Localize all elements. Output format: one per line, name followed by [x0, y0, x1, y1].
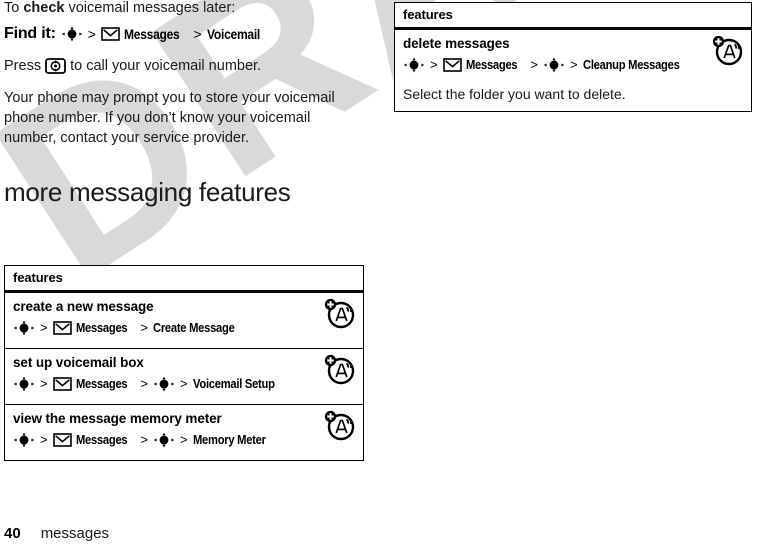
table-row[interactable]: set up voicemail box > Messages > > Voic… [5, 349, 363, 405]
path-separator-2: > [530, 57, 538, 72]
attachment-airtime-icon [322, 353, 356, 385]
features-table-left: features create a new message > Messages… [4, 265, 364, 461]
feature-title: delete messages [403, 36, 510, 51]
page-footer: 40 messages [4, 525, 109, 542]
press-prefix: Press [4, 58, 42, 74]
joystick-icon [61, 26, 83, 42]
joystick-icon [543, 57, 565, 73]
feature-path: > Messages > [13, 432, 277, 448]
envelope-icon [52, 433, 72, 447]
path-separator: > [40, 376, 48, 391]
joystick-icon [13, 376, 35, 392]
find-it-line: Find it: > Messages > Voicemail [4, 25, 268, 43]
joystick-icon [153, 376, 175, 392]
path-separator-3: > [569, 57, 578, 72]
footer-page-number: 40 [4, 525, 21, 542]
intro-suffix: voicemail messages later: [64, 0, 236, 16]
feature-title: set up voicemail box [13, 355, 144, 370]
path-voicemail: Voicemail [206, 26, 260, 42]
path-separator-3: > [179, 376, 188, 391]
joystick-icon [153, 432, 175, 448]
feature-title: create a new message [13, 299, 154, 314]
path-messages: Messages [75, 376, 128, 391]
path-messages: Messages [465, 57, 518, 72]
envelope-icon [52, 377, 72, 391]
path-separator: > [40, 432, 48, 447]
path-separator-2: > [193, 26, 202, 42]
page-title: more messaging features [4, 177, 291, 207]
feature-path: > Messages > [13, 376, 288, 392]
path-separator: > [87, 26, 96, 42]
joystick-icon [13, 432, 35, 448]
features-table-header: features [5, 266, 363, 293]
manual-page: To check voicemail messages later: Find … [0, 0, 759, 548]
path-target: Create Message [152, 320, 235, 335]
path-target: Memory Meter [192, 432, 266, 447]
joystick-icon [403, 57, 425, 73]
send-key-icon [45, 58, 66, 74]
feature-description: Select the folder you want to delete. [403, 86, 626, 102]
path-separator: > [40, 320, 48, 335]
path-separator-2: > [140, 376, 148, 391]
attachment-airtime-icon [322, 409, 356, 441]
press-paragraph: Press to call your voicemail number. [4, 56, 364, 76]
features-table-header: features [395, 3, 751, 30]
path-separator-2: > [140, 432, 148, 447]
features-table-right: features delete messages > Messages > > … [394, 2, 752, 112]
feature-title: view the message memory meter [13, 411, 222, 426]
table-row[interactable]: delete messages > Messages > > Cleanup M… [395, 30, 751, 111]
path-messages: Messages [123, 26, 180, 42]
envelope-icon [101, 27, 120, 41]
note-paragraph: Your phone may prompt you to store your … [4, 90, 335, 146]
path-messages: Messages [75, 320, 128, 335]
intro-bold-check: check [23, 0, 65, 16]
path-target: Voicemail Setup [192, 376, 275, 391]
table-row[interactable]: view the message memory meter > Messages… [5, 405, 363, 460]
press-suffix: to call your voicemail number. [70, 58, 262, 74]
intro-prefix: To [4, 0, 24, 16]
find-it-label: Find it: [4, 25, 56, 42]
feature-path: > Messages > [403, 57, 695, 73]
path-separator: > [430, 57, 438, 72]
path-messages: Messages [75, 432, 128, 447]
find-it-path: > Messages > Voicemail [61, 26, 269, 42]
attachment-airtime-icon [710, 34, 744, 66]
envelope-icon [442, 58, 462, 72]
footer-section-label: messages [40, 525, 110, 542]
envelope-icon [52, 321, 72, 335]
attachment-airtime-icon [322, 297, 356, 329]
path-target: Cleanup Messages [582, 57, 680, 72]
intro-paragraph: To check voicemail messages later: [4, 0, 364, 18]
feature-path: > Messages > Create Message [13, 320, 248, 336]
path-separator-2: > [140, 320, 148, 335]
table-row[interactable]: create a new message > Messages > Create… [5, 293, 363, 349]
path-separator-3: > [179, 432, 188, 447]
joystick-icon [13, 320, 35, 336]
